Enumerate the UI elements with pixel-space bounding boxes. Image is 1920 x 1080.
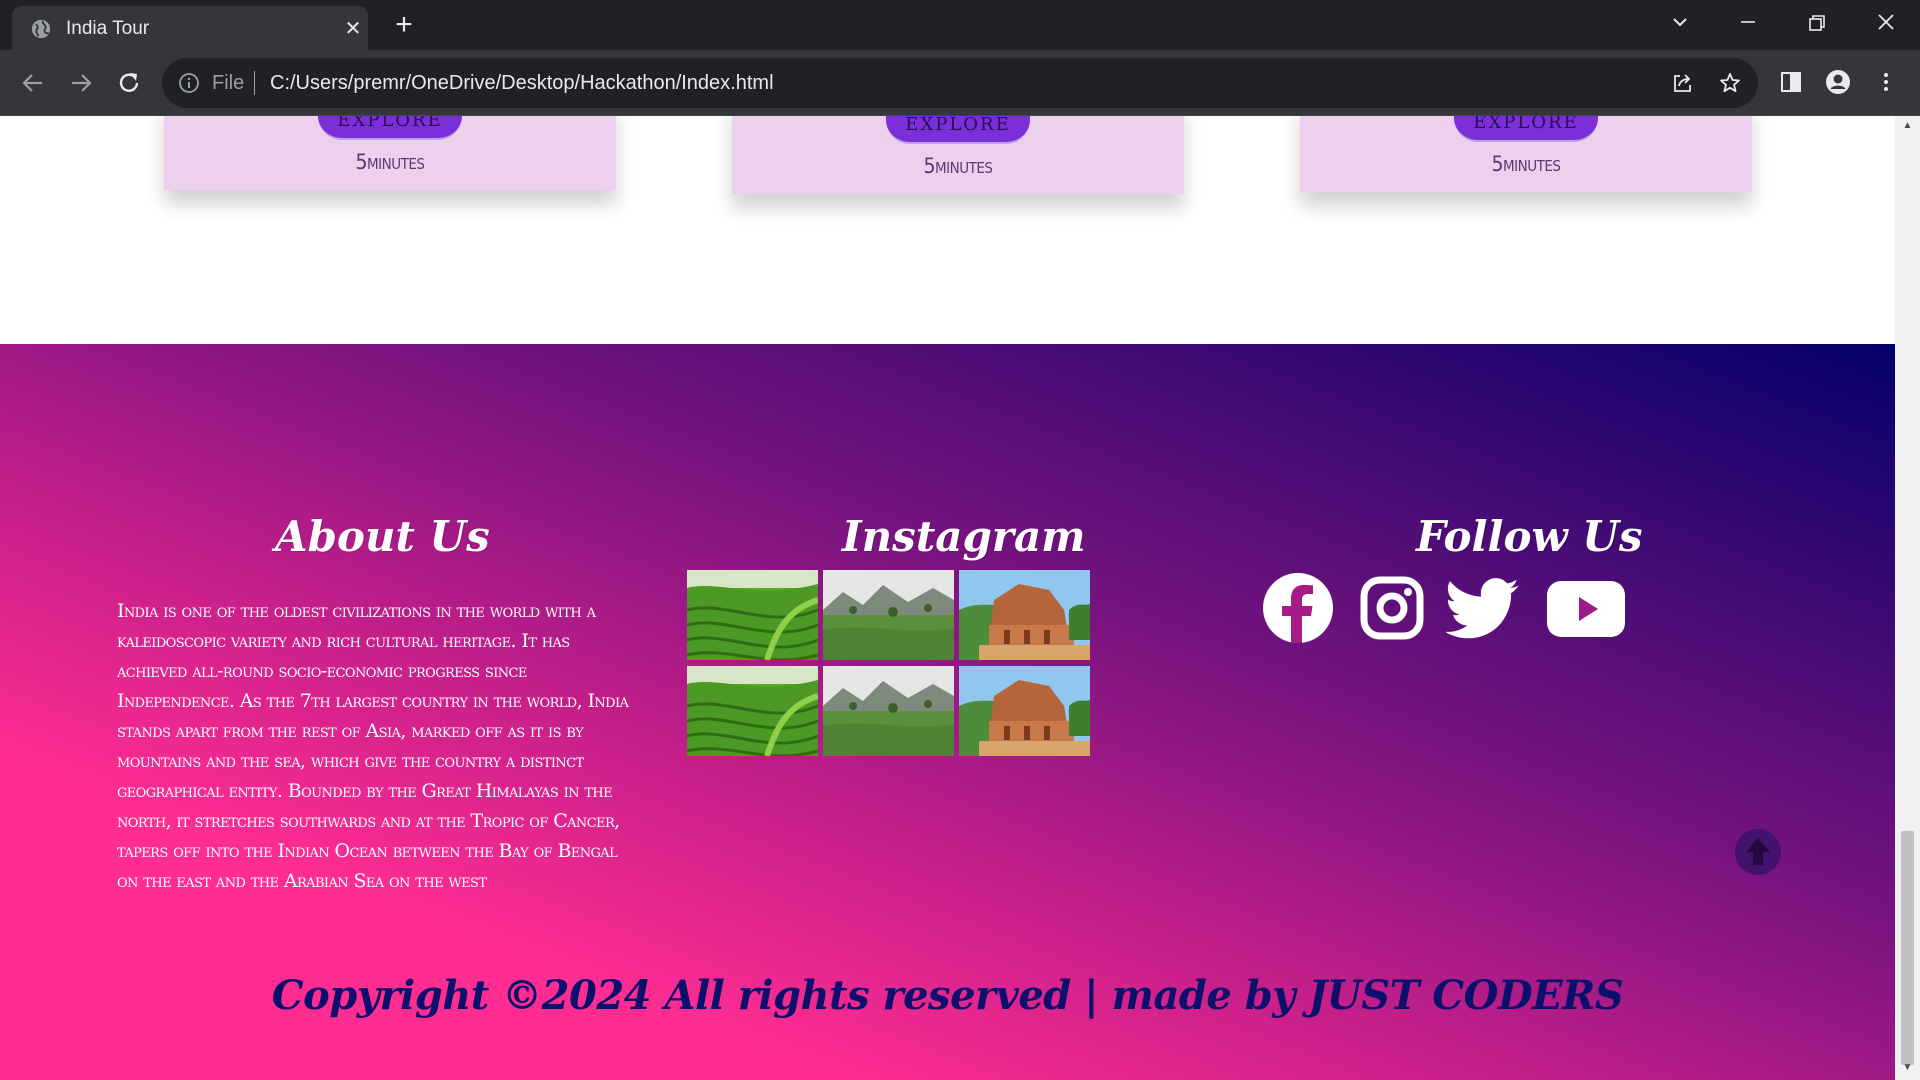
share-icon[interactable] <box>1670 71 1694 95</box>
about-title: About Us <box>275 512 490 561</box>
explore-button[interactable]: EXPLORE <box>886 116 1030 144</box>
tab-bar: India Tour ✕ + <box>0 0 1920 50</box>
instagram-title: Instagram <box>842 512 1086 561</box>
explore-button[interactable]: EXPLORE <box>1454 116 1598 142</box>
scroll-down-arrow-icon[interactable]: ▼ <box>1901 1062 1914 1075</box>
scroll-up-arrow-icon[interactable]: ▲ <box>1901 120 1914 133</box>
tab-search-icon[interactable] <box>1660 8 1700 40</box>
instagram-gallery <box>687 570 1091 758</box>
misty-hills-photo[interactable] <box>823 666 954 756</box>
tea-plantation-photo[interactable] <box>687 666 818 756</box>
card-duration: 5minutes <box>355 150 425 174</box>
page-scrollbar[interactable]: ▲ ▼ <box>1895 116 1920 1080</box>
close-icon[interactable] <box>1866 8 1906 40</box>
address-bar[interactable]: File C:/Users/premr/OneDrive/Desktop/Hac… <box>162 58 1758 108</box>
card-duration: 5minutes <box>923 154 993 178</box>
globe-icon <box>31 19 51 39</box>
twitter-icon[interactable] <box>1446 578 1520 640</box>
follow-title: Follow Us <box>1416 512 1643 561</box>
profile-icon[interactable] <box>1824 68 1852 96</box>
star-icon[interactable] <box>1718 71 1742 95</box>
instagram-icon[interactable] <box>1360 576 1424 640</box>
side-panel-icon[interactable] <box>1777 68 1805 96</box>
temple-ruins-photo[interactable] <box>959 666 1090 756</box>
scroll-to-top-button[interactable] <box>1734 828 1782 876</box>
footer: About Us India is one of the oldest civi… <box>0 344 1895 1080</box>
card-duration: 5minutes <box>1491 152 1561 176</box>
tour-card: EXPLORE 5minutes <box>732 116 1184 194</box>
forward-arrow-icon[interactable] <box>64 66 98 100</box>
explore-button[interactable]: EXPLORE <box>318 116 462 140</box>
browser-tab[interactable]: India Tour ✕ <box>12 6 368 50</box>
scrollbar-thumb[interactable] <box>1901 831 1914 1065</box>
tour-card: EXPLORE 5minutes <box>1300 116 1752 192</box>
back-arrow-icon[interactable] <box>16 66 50 100</box>
about-text: India is one of the oldest civilizations… <box>117 600 629 892</box>
tour-card: EXPLORE 5minutes <box>164 116 616 190</box>
url-scheme: File <box>212 72 245 94</box>
url-text[interactable]: C:/Users/premr/OneDrive/Desktop/Hackatho… <box>270 72 774 95</box>
new-tab-button[interactable]: + <box>390 10 418 40</box>
browser-toolbar: File C:/Users/premr/OneDrive/Desktop/Hac… <box>0 50 1920 116</box>
tea-plantation-photo[interactable] <box>687 570 818 660</box>
info-icon[interactable] <box>178 72 200 94</box>
url-divider <box>254 71 255 95</box>
menu-dots-icon[interactable] <box>1872 68 1900 96</box>
tab-title: India Tour <box>66 18 150 39</box>
reload-icon[interactable] <box>112 66 146 100</box>
page-viewport: EXPLORE 5minutes EXPLORE 5minutes EXPLOR… <box>0 116 1895 1080</box>
temple-ruins-photo[interactable] <box>959 570 1090 660</box>
youtube-icon[interactable] <box>1546 580 1626 638</box>
restore-icon[interactable] <box>1796 8 1836 40</box>
copyright-text: Copyright ©2024 All rights reserved | ma… <box>271 972 1624 1019</box>
misty-hills-photo[interactable] <box>823 570 954 660</box>
tab-close-icon[interactable]: ✕ <box>342 18 364 40</box>
minimize-icon[interactable] <box>1728 8 1768 40</box>
facebook-icon[interactable] <box>1262 572 1334 644</box>
